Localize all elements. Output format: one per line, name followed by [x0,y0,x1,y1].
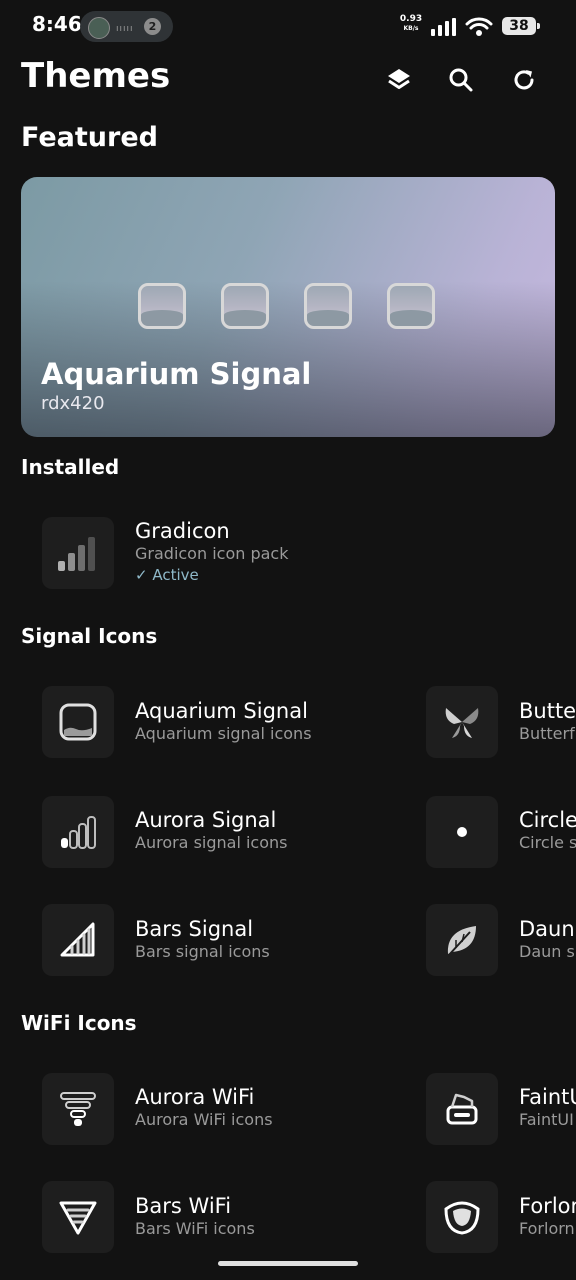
wifi-icons-heading: WiFi Icons [21,1011,137,1035]
theme-tile-aquarium-signal[interactable] [42,686,114,758]
theme-tile-circle[interactable] [426,796,498,868]
item-title[interactable]: Circle [519,808,576,832]
theme-tile-bars-signal[interactable] [42,904,114,976]
item-subtitle: Bars signal icons [135,942,270,961]
item-subtitle: Aquarium signal icons [135,724,312,743]
item-title[interactable]: Forlor [519,1194,576,1218]
item-subtitle: Aurora WiFi icons [135,1110,273,1129]
item-title[interactable]: Aurora WiFi [135,1085,254,1109]
item-subtitle: Daun si [519,942,576,961]
aurora-wifi-icon [60,1092,96,1126]
theme-tile-aurora-wifi[interactable] [42,1073,114,1145]
aquarium-square-icon [59,703,97,741]
item-subtitle: FaintUI [519,1110,574,1129]
dot-icon [457,827,467,837]
item-title[interactable]: Aurora Signal [135,808,276,832]
item-subtitle: Circle s [519,833,576,852]
aurora-bars-icon [61,816,96,849]
theme-tile-faintui[interactable] [426,1073,498,1145]
faint-wifi-icon [446,1093,478,1125]
forlorn-wifi-icon [444,1201,480,1235]
item-title[interactable]: FaintU [519,1085,576,1109]
item-title[interactable]: Bars Signal [135,917,253,941]
item-subtitle: Aurora signal icons [135,833,288,852]
theme-tile-aurora-signal[interactable] [42,796,114,868]
leaf-icon [447,926,476,957]
item-title[interactable]: Aquarium Signal [135,699,308,723]
theme-tile-forlorn[interactable] [426,1181,498,1253]
item-title[interactable]: Butte [519,699,576,723]
item-title[interactable]: Bars WiFi [135,1194,231,1218]
butterfly-icon [445,708,479,738]
bars-wifi-icon [59,1201,97,1235]
theme-tile-daun[interactable] [426,904,498,976]
item-subtitle: Forlorn [519,1219,575,1238]
item-subtitle: Butterf [519,724,575,743]
theme-tile-bars-wifi[interactable] [42,1181,114,1253]
theme-tile-butterfly[interactable] [426,686,498,758]
home-indicator[interactable] [218,1261,358,1266]
item-title[interactable]: Daun [519,917,575,941]
bars-triangle-icon [60,922,95,957]
item-subtitle: Bars WiFi icons [135,1219,255,1238]
